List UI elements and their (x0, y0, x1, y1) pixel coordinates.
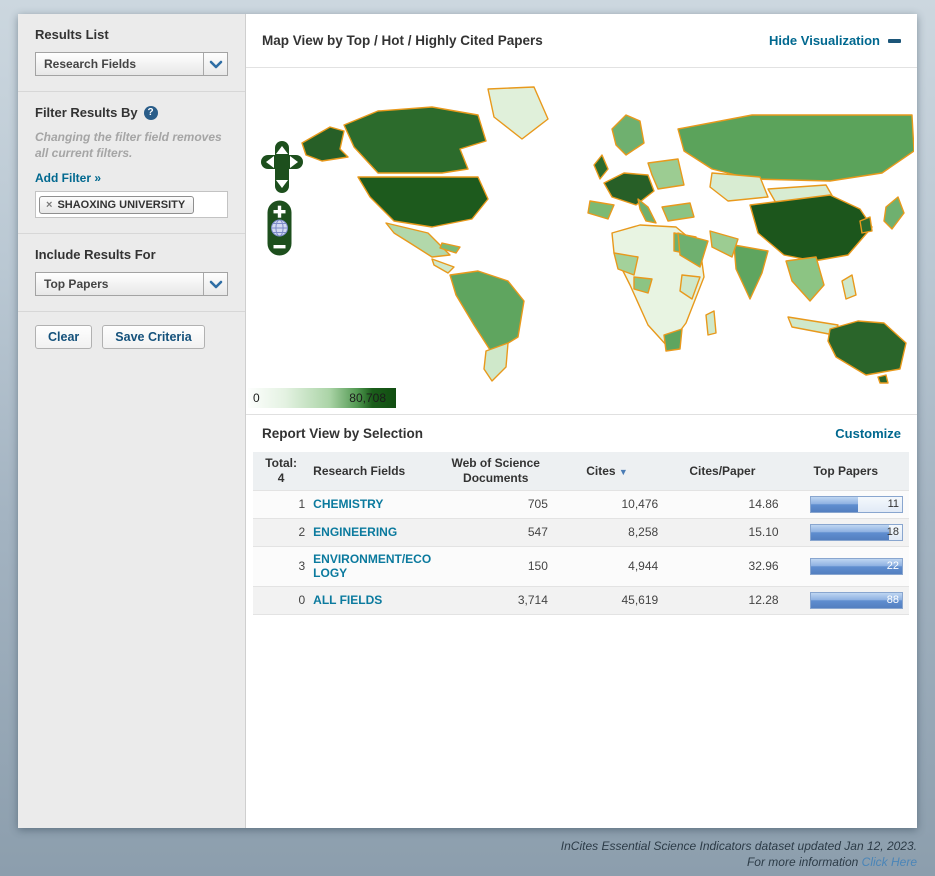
include-results-dropdown[interactable]: Top Papers (35, 272, 228, 297)
footer-dataset-note: InCites Essential Science Indicators dat… (560, 839, 917, 853)
top-papers-bar: 22 (810, 557, 903, 575)
include-results-section: Include Results For Top Papers (18, 234, 245, 313)
cites-per-paper-cell: 32.96 (748, 559, 779, 574)
rank-cell: 1 (298, 497, 306, 512)
filter-tag[interactable]: × SHAOXING UNIVERSITY (39, 196, 195, 215)
total-count: 4 (277, 471, 285, 485)
table-row: 3 ENVIRONMENT/ECOLOGY 150 4,944 32.96 22 (253, 546, 909, 587)
column-wos-documents[interactable]: Web of Science Documents (439, 452, 552, 491)
report-view-title: Report View by Selection (262, 426, 424, 441)
total-header: Total: 4 (253, 452, 310, 491)
map-view-header: Map View by Top / Hot / Highly Cited Pap… (246, 14, 917, 68)
top-papers-cell: 22 (783, 547, 909, 587)
map-view-title: Map View by Top / Hot / Highly Cited Pap… (262, 33, 543, 48)
remove-filter-icon[interactable]: × (46, 199, 52, 211)
bar-fill (811, 525, 890, 540)
click-here-link[interactable]: Click Here (862, 855, 917, 869)
world-map[interactable] (282, 85, 914, 385)
footer: InCites Essential Science Indicators dat… (561, 838, 917, 870)
cites-cell: 4,944 (628, 559, 659, 574)
field-cell: ALL FIELDS (309, 586, 439, 614)
add-filter-link[interactable]: Add Filter » (35, 171, 101, 185)
filter-tag-label: SHAOXING UNIVERSITY (57, 199, 186, 212)
top-papers-bar: 88 (810, 591, 903, 609)
cites-per-paper-cell: 14.86 (748, 497, 779, 512)
top-papers-value: 18 (886, 526, 899, 538)
clear-button[interactable]: Clear (35, 325, 93, 350)
filter-note: Changing the filter field removes all cu… (35, 130, 222, 160)
docs-cell: 705 (527, 497, 548, 512)
field-cell: ENVIRONMENT/ECOLOGY (309, 547, 439, 587)
include-results-heading: Include Results For (35, 247, 156, 263)
filter-box: × SHAOXING UNIVERSITY (35, 191, 228, 219)
zoom-out-icon (273, 245, 286, 249)
research-field-link[interactable]: ENGINEERING (313, 525, 397, 539)
top-papers-cell: 18 (783, 519, 909, 547)
top-papers-cell: 11 (783, 491, 909, 519)
report-view-header: Report View by Selection Customize (246, 414, 917, 452)
top-papers-value: 11 (887, 498, 899, 510)
collapse-icon (888, 38, 901, 43)
report-table-wrap: Total: 4 Research Fields Web of Science … (246, 452, 917, 615)
docs-cell: 3,714 (517, 593, 548, 608)
table-row: 1 CHEMISTRY 705 10,476 14.86 11 (253, 490, 909, 519)
customize-link[interactable]: Customize (835, 426, 901, 441)
field-cell: CHEMISTRY (309, 491, 439, 519)
main-panel: Map View by Top / Hot / Highly Cited Pap… (246, 14, 917, 828)
hide-visualization-link[interactable]: Hide Visualization (769, 33, 901, 48)
rank-cell: 3 (298, 559, 306, 574)
filter-heading: Filter Results By (35, 105, 138, 120)
top-papers-bar: 18 (810, 524, 903, 541)
docs-cell: 547 (527, 525, 548, 540)
globe-icon (271, 219, 288, 237)
save-criteria-button[interactable]: Save Criteria (102, 325, 205, 350)
results-list-section: Results List Research Fields (18, 14, 245, 92)
report-rows: 1 CHEMISTRY 705 10,476 14.86 11 2 ENGINE… (253, 490, 909, 615)
cites-cell: 8,258 (628, 525, 659, 540)
table-row: 2 ENGINEERING 547 8,258 15.10 18 (253, 518, 909, 547)
results-list-heading: Results List (35, 27, 109, 42)
field-cell: ENGINEERING (309, 519, 439, 547)
results-list-dropdown[interactable]: Research Fields (35, 52, 228, 76)
top-papers-value: 22 (886, 559, 899, 572)
top-papers-value: 88 (886, 593, 899, 606)
legend-min-label: 0 (253, 391, 260, 405)
column-cites-sorted[interactable]: Cites ▼ (551, 452, 663, 491)
docs-cell: 150 (527, 559, 548, 574)
chevron-down-icon[interactable] (203, 53, 227, 75)
top-papers-bar: 11 (810, 496, 903, 513)
research-field-link[interactable]: ENVIRONMENT/ECOLOGY (313, 552, 435, 581)
cites-per-paper-cell: 12.28 (748, 593, 779, 608)
sidebar: Results List Research Fields Filter Resu… (18, 14, 246, 828)
map-legend: 0 80,708 (248, 388, 396, 408)
cites-per-paper-cell: 15.10 (748, 525, 779, 540)
cites-cell: 10,476 (621, 497, 659, 512)
chevron-down-icon[interactable] (203, 273, 227, 296)
cites-cell: 45,619 (621, 593, 659, 608)
column-research-fields[interactable]: Research Fields (309, 452, 440, 491)
rank-cell: 2 (298, 525, 306, 540)
report-table: Total: 4 Research Fields Web of Science … (253, 452, 909, 615)
legend-max-label: 80,708 (349, 391, 386, 405)
filter-section: Filter Results By ? Changing the filter … (18, 92, 245, 235)
sort-desc-icon: ▼ (618, 466, 628, 477)
table-row: 0 ALL FIELDS 3,714 45,619 12.28 88 (253, 586, 909, 615)
sidebar-actions: Clear Save Criteria (18, 312, 245, 362)
column-cites-per-paper[interactable]: Cites/Paper (662, 452, 783, 491)
map-pan-control[interactable] (261, 140, 303, 194)
report-table-header-row: Total: 4 Research Fields Web of Science … (253, 452, 909, 491)
rank-cell: 0 (298, 593, 306, 608)
results-list-dropdown-value: Research Fields (44, 57, 137, 71)
help-icon[interactable]: ? (143, 105, 158, 120)
column-top-papers[interactable]: Top Papers (782, 452, 909, 491)
research-field-link[interactable]: CHEMISTRY (313, 497, 383, 511)
map-area: 0 80,708 (246, 68, 917, 414)
include-results-dropdown-value: Top Papers (44, 277, 109, 292)
bar-fill (811, 497, 859, 512)
research-field-link[interactable]: ALL FIELDS (313, 593, 382, 607)
top-papers-cell: 88 (783, 586, 909, 614)
footer-more-info-text: For more information (746, 855, 859, 870)
app-window: Results List Research Fields Filter Resu… (18, 14, 917, 828)
map-zoom-control[interactable] (267, 200, 292, 256)
